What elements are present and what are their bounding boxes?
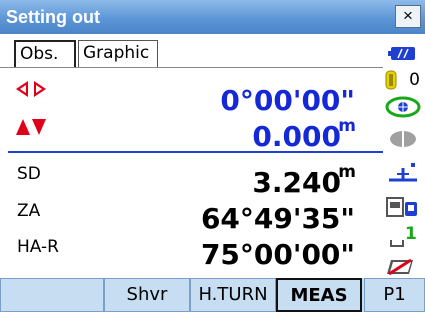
prism-icon [385, 70, 397, 90]
window-title: Setting out [6, 7, 100, 27]
distance-delta-row: 0.000 m [0, 112, 383, 153]
prism-constant-indicator[interactable]: 0 [383, 68, 425, 92]
prism-constant-value: 0 [409, 70, 420, 90]
separator-line [8, 151, 383, 153]
ha-value: 75°00'00" [200, 238, 355, 271]
status-bar: 0 1 [383, 34, 425, 278]
sd-row: SD 3.240 m [0, 160, 383, 199]
left-right-arrows-icon [16, 81, 46, 97]
softkey-bar: Shvr H.TURN MEAS P1 [0, 278, 425, 312]
softkey-p1[interactable]: P1 [364, 278, 425, 312]
softkey-h-turn[interactable]: H.TURN [190, 278, 276, 312]
softkey-meas[interactable]: MEAS [276, 278, 362, 312]
distance-delta-unit: m [338, 116, 356, 136]
up-down-arrows-icon [16, 119, 46, 135]
tab-obs[interactable]: Obs. [14, 40, 76, 67]
za-value: 64°49'35" [200, 202, 355, 235]
target-icon[interactable] [383, 160, 425, 186]
angle-delta-row: 0°00'00" [0, 74, 383, 117]
tab-graphic[interactable]: Graphic [78, 40, 158, 67]
za-row: ZA 64°49'35" [0, 196, 383, 235]
ha-row: HA-R 75°00'00" [0, 232, 383, 271]
instrument-icon[interactable] [383, 194, 425, 222]
input-mode-icon [390, 240, 404, 247]
softkey-1[interactable] [0, 278, 104, 312]
title-bar: Setting out × [0, 0, 425, 34]
sd-label: SD [17, 164, 41, 184]
observation-panel: 0°00'00" 0.000 m SD 3.240 m ZA 64°49'35"… [0, 68, 383, 278]
sd-unit: m [338, 162, 356, 182]
memory-icon[interactable] [383, 254, 425, 278]
tilt-icon[interactable] [383, 94, 425, 120]
ha-label: HA-R [17, 237, 59, 257]
sd-value: 3.240 [252, 166, 341, 199]
za-label: ZA [17, 201, 41, 221]
softkey-shvr[interactable]: Shvr [104, 278, 190, 312]
input-mode-indicator[interactable]: 1 [383, 224, 425, 250]
input-mode-number: 1 [405, 224, 417, 244]
laser-icon[interactable] [383, 128, 425, 150]
battery-icon[interactable] [383, 44, 425, 64]
distance-delta-value: 0.000 [252, 120, 341, 153]
close-button[interactable]: × [395, 5, 421, 28]
